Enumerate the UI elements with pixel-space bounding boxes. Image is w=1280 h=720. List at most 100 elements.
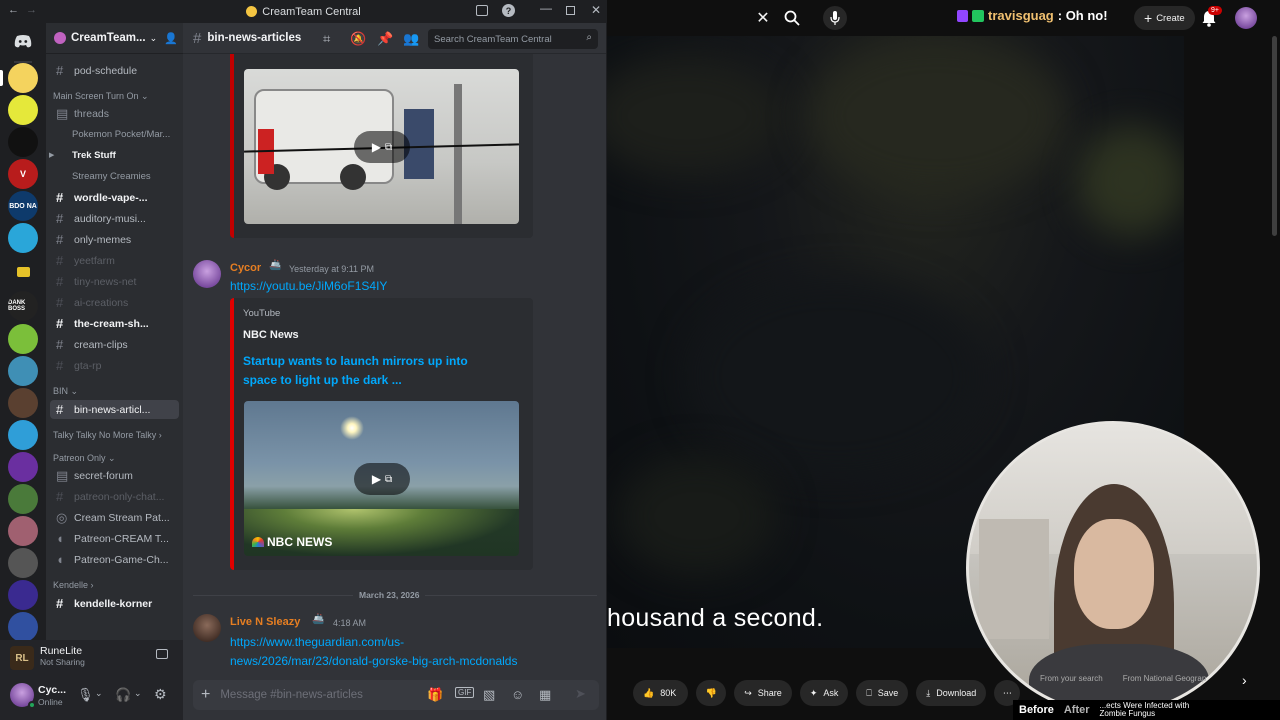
microphone-icon[interactable]: 🎙 <box>77 687 94 703</box>
channel-pod-schedule[interactable]: # pod-schedule <box>50 61 179 80</box>
server-icon-flower[interactable] <box>8 484 38 514</box>
channel-wordle[interactable]: # wordle-vape-... <box>50 188 179 207</box>
sticker-icon[interactable]: ▧ <box>483 687 495 703</box>
ask-button[interactable]: ✦ Ask <box>799 680 849 706</box>
server-header[interactable]: CreamTeam... ⌄ 👤 <box>46 23 183 54</box>
mute-bell-icon[interactable]: 🔕 <box>350 31 366 47</box>
screen-share-icon[interactable] <box>156 649 168 659</box>
emoji-icon[interactable]: ☺ <box>511 687 524 702</box>
audio-options-chevron-icon[interactable]: ⌄ <box>134 688 142 699</box>
channel-threads[interactable]: ▤ threads <box>50 104 179 123</box>
search-icon[interactable] <box>783 9 801 27</box>
headphones-icon[interactable]: 🎧 <box>115 687 131 703</box>
server-icon-blue[interactable] <box>8 612 38 642</box>
members-icon[interactable]: 👥 <box>403 31 419 47</box>
server-icon-person[interactable] <box>8 388 38 418</box>
message-link[interactable]: https://www.theguardian.com/us- news/202… <box>230 633 517 671</box>
dislike-button[interactable]: 👎 <box>696 680 727 706</box>
server-icon-swirl[interactable] <box>8 223 38 253</box>
video-thumbnail-nbc[interactable]: ▶ ⧉ NBC NEWS <box>244 401 519 556</box>
apps-icon[interactable]: ▦ <box>539 687 551 703</box>
server-icon-dank[interactable]: DANK BOSS <box>8 291 38 321</box>
channel-cream-sh[interactable]: # the-cream-sh... <box>50 314 179 333</box>
download-button[interactable]: ⤓ Download <box>916 680 987 706</box>
channel-ai-creations[interactable]: # ai-creations <box>50 293 179 312</box>
channel-only-memes[interactable]: # only-memes <box>50 230 179 249</box>
channel-bin-news[interactable]: # bin-news-articl... <box>50 400 179 419</box>
server-icon-galaxy[interactable] <box>8 580 38 610</box>
thread-streamy-creamies[interactable]: Streamy Creamies <box>72 171 151 182</box>
server-icon-landscape[interactable] <box>8 356 38 386</box>
channel-tiny-news[interactable]: # tiny-news-net <box>50 272 179 291</box>
server-icon-v[interactable]: V <box>8 159 38 189</box>
channel-patreon-chat[interactable]: # patreon-only-chat... <box>50 487 179 506</box>
channel-patreon-game[interactable]: ◖ Patreon-Game-Ch... <box>50 550 179 569</box>
mic-options-chevron-icon[interactable]: ⌄ <box>95 688 103 699</box>
gif-icon[interactable]: GIF <box>455 687 475 698</box>
server-icon-smiley[interactable] <box>8 95 38 125</box>
category-main-screen[interactable]: Main Screen Turn On ⌄ <box>53 91 149 102</box>
server-icon-purple[interactable] <box>8 452 38 482</box>
server-icon-green[interactable] <box>8 324 38 354</box>
channel-patreon-cream[interactable]: ◖ Patreon-CREAM T... <box>50 529 179 548</box>
share-button[interactable]: ↪ Share <box>734 680 792 706</box>
author-live-n-sleazy[interactable]: Live N Sleazy <box>230 616 300 628</box>
send-icon[interactable]: ➤ <box>575 686 586 702</box>
category-talky[interactable]: Talky Talky No More Talky › <box>53 430 162 440</box>
voice-search-icon[interactable] <box>823 6 847 30</box>
add-attachment-icon[interactable]: + <box>201 686 210 704</box>
channel-kendelle-korner[interactable]: # kendelle-korner <box>50 594 179 613</box>
youtube-avatar[interactable] <box>1235 7 1257 29</box>
save-button[interactable]: ⎕ Save <box>856 680 909 706</box>
channel-cream-stream[interactable]: ◎ Cream Stream Pat... <box>50 508 179 527</box>
thread-pokemon[interactable]: Pokemon Pocket/Mar... <box>72 129 170 140</box>
embed-title[interactable]: Startup wants to launch mirrors up into … <box>243 352 468 390</box>
channel-secret-forum[interactable]: ▤ secret-forum <box>50 466 179 485</box>
category-patreon[interactable]: Patreon Only ⌄ <box>53 453 116 464</box>
chip-from-search[interactable]: From your search <box>1040 674 1103 683</box>
add-member-icon[interactable]: 👤 <box>164 32 178 45</box>
chips-next-icon[interactable]: › <box>1242 672 1247 688</box>
category-bin[interactable]: BIN ⌄ <box>53 386 78 397</box>
play-button[interactable]: ▶ ⧉ <box>354 131 410 163</box>
category-kendelle[interactable]: Kendelle › <box>53 580 94 590</box>
folder-icon[interactable] <box>8 257 38 287</box>
search-box[interactable]: Search CreamTeam Central ⌕ <box>428 29 598 49</box>
server-icon-bdona[interactable]: BDO NA <box>8 191 38 221</box>
message-link[interactable]: https://youtu.be/JiM6oF1S4IY <box>230 279 387 293</box>
channel-cream-clips[interactable]: # cream-clips <box>50 335 179 354</box>
expand-arrow-icon[interactable]: ▶ <box>49 151 54 159</box>
gift-icon[interactable]: 🎁 <box>427 687 443 703</box>
server-icon-girl[interactable] <box>8 516 38 546</box>
channel-yeetfarm[interactable]: # yeetfarm <box>50 251 179 270</box>
video-thumbnail-previous[interactable]: ▶ ⧉ <box>244 69 519 224</box>
avatar-live-n-sleazy[interactable] <box>193 614 221 642</box>
server-icon-dark[interactable] <box>8 127 38 157</box>
channel-gta-rp[interactable]: # gta-rp <box>50 356 179 375</box>
discord-home-icon[interactable] <box>8 26 38 56</box>
server-icon-gray[interactable] <box>8 548 38 578</box>
settings-gear-icon[interactable]: ⚙ <box>154 686 167 703</box>
inbox-icon[interactable] <box>476 5 488 16</box>
maximize-icon[interactable] <box>566 6 575 15</box>
minimize-icon[interactable]: — <box>540 1 552 15</box>
server-icon-emoji[interactable] <box>8 63 38 93</box>
like-button[interactable]: 👍 80K <box>633 680 689 706</box>
embed-author[interactable]: NBC News <box>243 329 299 341</box>
create-button[interactable]: + Create <box>1134 6 1195 30</box>
server-icon-colorful[interactable] <box>8 420 38 450</box>
thread-trek-stuff[interactable]: Trek Stuff <box>72 150 116 161</box>
clear-search-icon[interactable]: ✕ <box>755 10 771 27</box>
up-next-thumbnail[interactable]: Before After ...ects Were Infected with … <box>1013 700 1280 720</box>
page-scrollbar[interactable] <box>1272 36 1277 236</box>
message-composer[interactable]: + Message #bin-news-articles 🎁 GIF ▧ ☺ ▦… <box>193 680 599 710</box>
channel-auditory[interactable]: # auditory-musi... <box>50 209 179 228</box>
forward-arrow-icon[interactable]: → <box>26 4 37 16</box>
chip-national-geographic[interactable]: From National Geograp <box>1123 674 1207 683</box>
back-arrow-icon[interactable]: ← <box>8 4 19 16</box>
author-cycor[interactable]: Cycor <box>230 262 261 274</box>
close-window-icon[interactable]: ✕ <box>591 3 601 17</box>
help-icon[interactable]: ? <box>502 4 515 17</box>
avatar-cycor[interactable] <box>193 260 221 288</box>
threads-icon[interactable]: ⌗ <box>323 31 330 47</box>
